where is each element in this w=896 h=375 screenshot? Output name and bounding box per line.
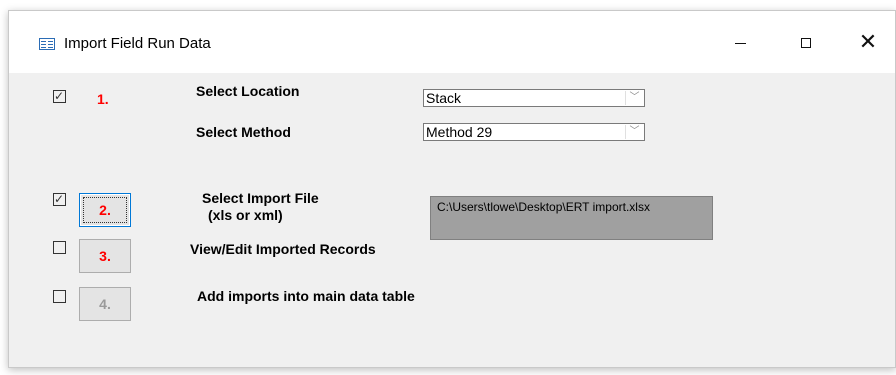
step2-checkbox[interactable]: ✓	[53, 192, 66, 206]
checkmark-icon: ✓	[54, 192, 65, 206]
checkmark-icon: ✓	[54, 89, 65, 103]
chevron-down-icon[interactable]: ﹀	[625, 91, 643, 105]
minimize-button[interactable]	[717, 23, 763, 63]
step3-button-label: 3.	[99, 248, 111, 264]
maximize-button[interactable]	[783, 23, 829, 63]
step2-button-label: 2.	[99, 202, 111, 218]
step3-checkbox[interactable]	[53, 241, 66, 254]
close-button[interactable]: ✕	[845, 23, 891, 63]
step4-checkbox[interactable]	[53, 290, 66, 303]
add-imports-label: Add imports into main data table	[197, 288, 415, 304]
minimize-icon	[734, 42, 746, 44]
select-import-file-button[interactable]: 2.	[79, 193, 131, 227]
dialog-window: Import Field Run Data ✕ ✓ 1. Select Loca…	[8, 10, 896, 368]
select-location-label: Select Location	[196, 83, 300, 99]
close-icon: ✕	[858, 30, 878, 55]
import-file-path: C:\Users\tlowe\Desktop\ERT import.xlsx	[430, 196, 713, 240]
step1-checkbox[interactable]: ✓	[53, 89, 66, 103]
view-edit-records-button[interactable]: 3.	[79, 239, 131, 273]
select-import-file-label: Select Import File (xls or xml)	[202, 190, 319, 224]
step1-label: 1.	[97, 91, 109, 107]
chevron-down-icon[interactable]: ﹀	[625, 125, 643, 139]
add-imports-button[interactable]: 4.	[79, 287, 131, 321]
title-bar[interactable]: Import Field Run Data ✕	[9, 11, 895, 73]
import-file-label-line1: Select Import File	[202, 190, 319, 206]
maximize-icon	[801, 38, 811, 48]
method-value: Method 29	[426, 124, 493, 140]
import-file-label-line2: (xls or xml)	[208, 207, 283, 223]
form-icon	[39, 38, 55, 50]
window-title: Import Field Run Data	[64, 35, 211, 52]
select-method-label: Select Method	[196, 124, 291, 140]
view-edit-records-label: View/Edit Imported Records	[190, 241, 376, 257]
location-value: Stack	[426, 90, 462, 106]
location-select[interactable]: Stack ﹀	[423, 89, 645, 107]
method-select[interactable]: Method 29 ﹀	[423, 123, 645, 141]
step4-button-label: 4.	[99, 296, 111, 312]
